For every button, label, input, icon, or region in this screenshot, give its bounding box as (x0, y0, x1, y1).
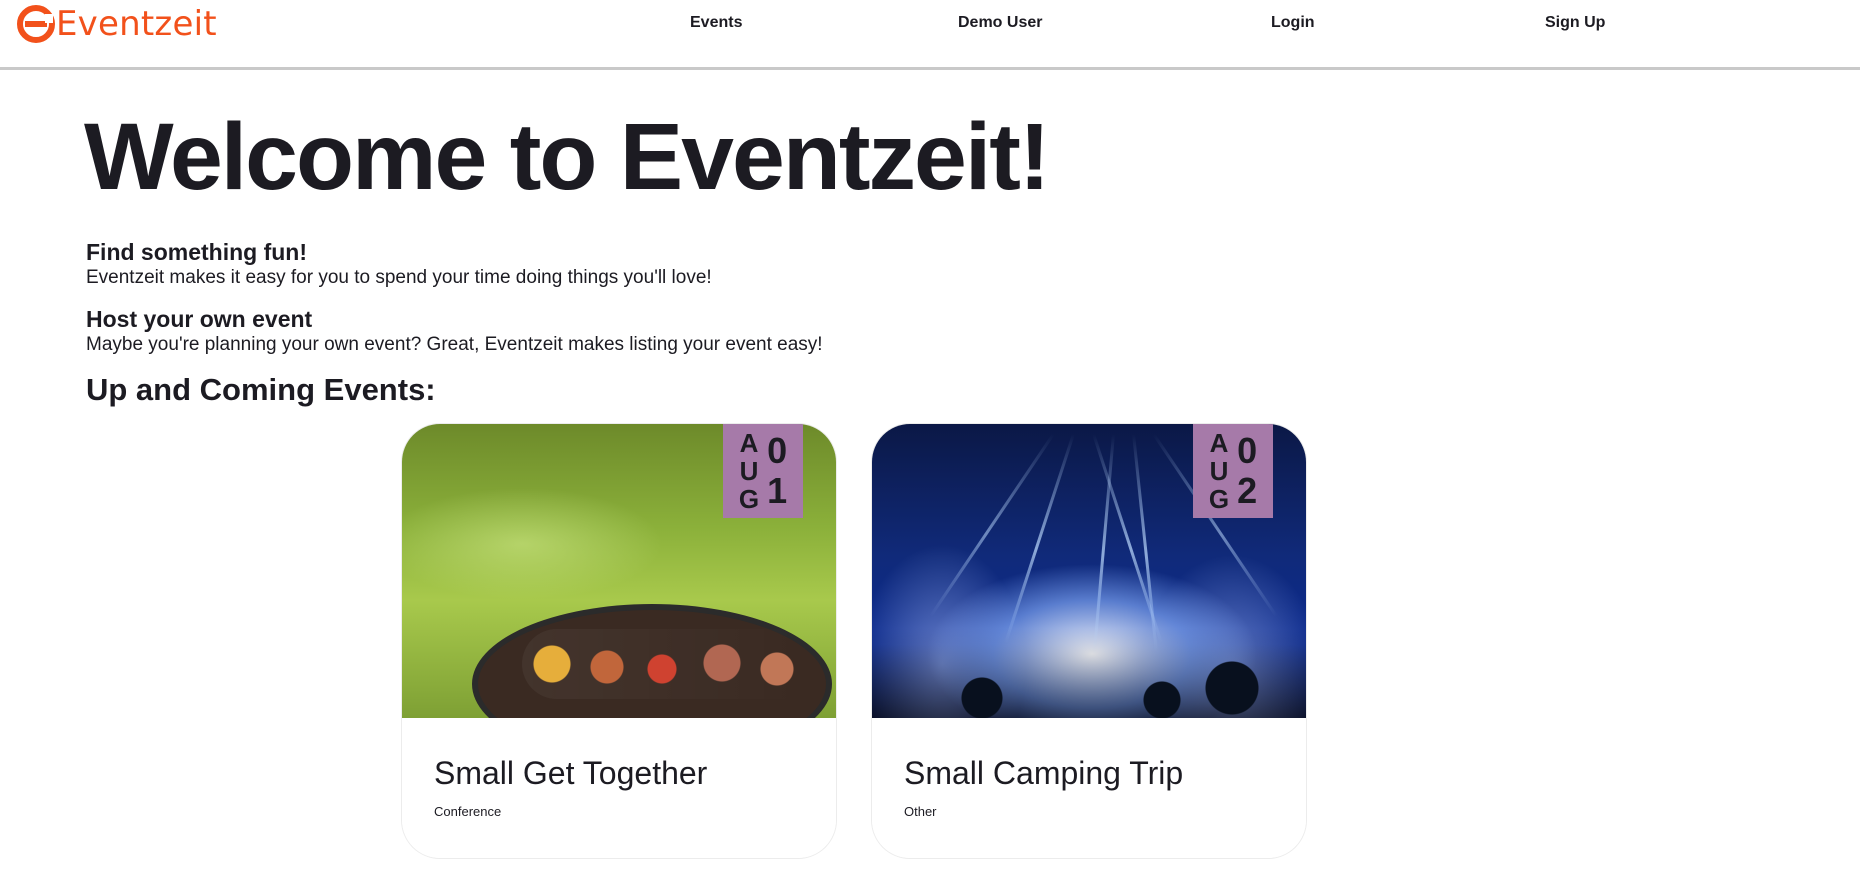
event-card-small-get-together[interactable]: A U G 0 1 Small Get Together Conference (402, 424, 836, 858)
event-card-body: Small Camping Trip Other (872, 718, 1306, 858)
info-text: Maybe you're planning your own event? Gr… (86, 334, 823, 355)
day-digit: 1 (767, 470, 788, 511)
nav-login-link[interactable]: Login (1271, 14, 1315, 32)
event-card-small-camping-trip[interactable]: A U G 0 2 Small Camping Trip Other (872, 424, 1306, 858)
date-month: A U G (1209, 429, 1229, 513)
top-navbar: Eventzeit Events Demo User Login Sign Up (0, 0, 1860, 70)
event-title[interactable]: Small Get Together (434, 754, 836, 792)
info-host-event: Host your own event Maybe you're plannin… (86, 306, 823, 357)
day-digit: 2 (1237, 470, 1258, 511)
month-letter: G (1208, 484, 1230, 514)
grill-food-shape (522, 629, 822, 699)
date-day: 0 2 (1237, 431, 1257, 511)
event-title[interactable]: Small Camping Trip (904, 754, 1306, 792)
event-category: Other (904, 804, 937, 819)
crowd-hands-silhouette (872, 628, 1306, 718)
month-letter: U (1209, 456, 1229, 486)
info-text: Eventzeit makes it easy for you to spend… (86, 267, 712, 288)
bbq-grill-image: A U G 0 1 (402, 424, 836, 764)
date-badge: A U G 0 1 (723, 424, 803, 518)
concert-lights-image: A U G 0 2 (872, 424, 1306, 718)
event-card-body: Small Get Together Conference (402, 718, 836, 858)
month-letter: U (739, 456, 759, 486)
month-letter: G (738, 484, 760, 514)
page-title: Welcome to Eventzeit! (84, 104, 1050, 210)
day-digit: 0 (767, 430, 788, 471)
month-letter: A (739, 428, 759, 458)
month-letter: A (1209, 428, 1229, 458)
info-heading: Host your own event (86, 306, 313, 332)
upcoming-events-title: Up and Coming Events: (86, 372, 436, 407)
date-day: 0 1 (767, 431, 787, 511)
event-category: Conference (434, 804, 502, 819)
light-beam (1004, 433, 1075, 644)
light-beam (1132, 433, 1158, 653)
date-badge: A U G 0 2 (1193, 424, 1273, 518)
nav-sign-up-link[interactable]: Sign Up (1545, 14, 1605, 32)
nav-events-link[interactable]: Events (690, 14, 742, 32)
info-find-fun: Find something fun! Eventzeit makes it e… (86, 239, 712, 290)
main-nav: Events Demo User Login Sign Up (0, 14, 1860, 36)
light-beam (929, 433, 1055, 618)
day-digit: 0 (1237, 430, 1258, 471)
nav-demo-user-link[interactable]: Demo User (958, 14, 1042, 32)
info-heading: Find something fun! (86, 239, 308, 265)
date-month: A U G (739, 429, 759, 513)
